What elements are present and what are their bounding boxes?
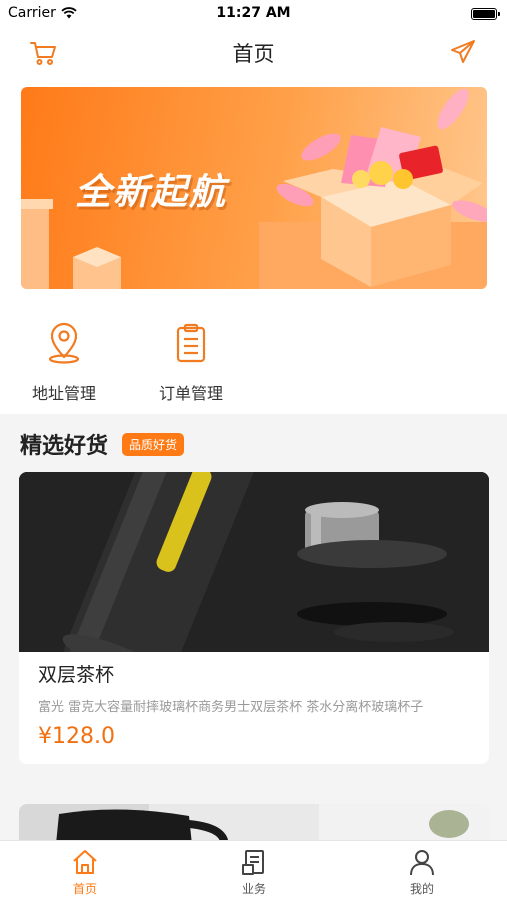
battery-level [473, 10, 495, 18]
featured-section: 精选好货 品质好货 双层茶杯 富光 雷克大容量耐摔玻璃杯商务男士双层茶杯 茶水分… [0, 414, 507, 864]
status-time: 11:27 AM [216, 5, 291, 21]
address-management-label: 地址管理 [31, 384, 96, 403]
address-management-button[interactable]: 地址管理 [9, 322, 119, 404]
order-management-button[interactable]: 订单管理 [136, 322, 246, 404]
location-pin-icon [48, 322, 80, 364]
tab-home-label: 首页 [72, 882, 97, 896]
status-bar: Carrier 11:27 AM [0, 0, 507, 28]
nav-bar: 首页 [0, 28, 507, 76]
clipboard-icon [176, 323, 206, 363]
battery-icon [471, 8, 500, 20]
banner-headline: 全新起航 [75, 172, 228, 213]
tab-business-label: 业务 [241, 882, 266, 896]
user-icon [410, 850, 434, 876]
product-card[interactable]: 双层茶杯 富光 雷克大容量耐摔玻璃杯商务男士双层茶杯 茶水分离杯玻璃杯子 ¥12… [19, 472, 489, 764]
page-title: 首页 [232, 42, 275, 66]
product-description: 富光 雷克大容量耐摔玻璃杯商务男士双层茶杯 茶水分离杯玻璃杯子 [38, 700, 424, 715]
tab-mine[interactable]: 我的 [382, 847, 462, 897]
promo-banner[interactable]: 全新起航 [21, 87, 487, 289]
section-header: 精选好货 品质好货 [20, 428, 185, 460]
tab-home[interactable]: 首页 [45, 847, 125, 897]
document-icon [242, 850, 264, 875]
tab-mine-label: 我的 [409, 882, 434, 896]
tab-business[interactable]: 业务 [214, 847, 294, 897]
section-badge: 品质好货 [122, 432, 185, 456]
product-name: 双层茶杯 [38, 664, 115, 686]
home-icon [73, 850, 97, 874]
product-image [19, 472, 489, 652]
section-title: 精选好货 [20, 434, 109, 459]
tab-bar: 首页 业务 我的 [0, 840, 507, 900]
order-management-label: 订单管理 [158, 384, 223, 403]
send-icon[interactable] [449, 38, 477, 66]
product-price: ¥128.0 [38, 724, 115, 749]
